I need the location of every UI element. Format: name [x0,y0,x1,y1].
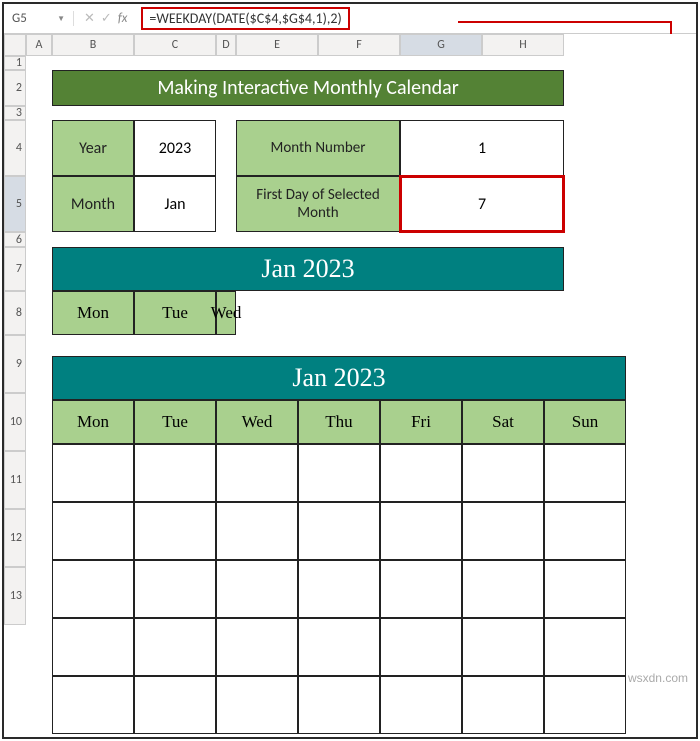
formula-input[interactable]: =WEEKDAY(DATE($C$4,$G$4,1),2) [141,7,349,30]
page-title: Making Interactive Monthly Calendar [52,70,564,106]
calendar-title: Jan 2023 [52,247,564,291]
cal-cell[interactable] [216,618,298,676]
name-box[interactable]: G5 ▼ [4,11,74,26]
col-head-D[interactable]: D [216,34,236,56]
cal-cell[interactable] [380,676,462,734]
row-head-4[interactable]: 4 [4,120,26,176]
cal-cell[interactable] [52,502,134,560]
month-label: Month [52,176,134,232]
cal-cell[interactable] [134,502,216,560]
day-mon: Mon [52,291,134,335]
chevron-down-icon[interactable]: ▼ [57,14,65,24]
month-value[interactable]: Jan [134,176,216,232]
cal-cell[interactable] [52,560,134,618]
cal-cell[interactable] [380,444,462,502]
calendar-block: Jan 2023 Mon Tue Wed Thu Fri Sat Sun [52,356,626,734]
monthnum-value[interactable]: 1 [400,120,564,176]
cal-cell[interactable] [216,444,298,502]
cal-cell[interactable] [544,502,626,560]
cal-cell[interactable] [216,502,298,560]
monthnum-label: Month Number [236,120,400,176]
cal-cell[interactable] [462,560,544,618]
calendar-title-overlay: Jan 2023 [52,356,626,400]
row-head-5[interactable]: 5 [4,176,26,232]
firstday-value[interactable]: 7 [400,176,564,232]
cal-cell[interactable] [380,502,462,560]
row-head-10[interactable]: 10 [4,393,26,451]
cal-cell[interactable] [134,676,216,734]
row-head-9[interactable]: 9 [4,335,26,393]
cal-cell[interactable] [380,560,462,618]
cal-cell[interactable] [216,560,298,618]
cal-cell[interactable] [544,618,626,676]
row-head-3[interactable]: 3 [4,106,26,120]
dayh-wed: Wed [216,400,298,444]
cal-cell[interactable] [298,618,380,676]
col-head-A[interactable]: A [26,34,52,56]
row-head-7[interactable]: 7 [4,247,26,291]
name-box-value: G5 [12,11,27,26]
row-head-1[interactable]: 1 [4,56,26,70]
col-head-B[interactable]: B [52,34,134,56]
cal-cell[interactable] [134,618,216,676]
cal-cell[interactable] [134,444,216,502]
row-head-6[interactable]: 6 [4,232,26,247]
cal-cell[interactable] [462,618,544,676]
year-value[interactable]: 2023 [134,120,216,176]
enter-icon[interactable]: ✓ [101,11,112,26]
cal-cell[interactable] [298,444,380,502]
cal-cell[interactable] [52,676,134,734]
watermark: wsxdn.com [628,671,688,685]
day-tue: Tue [134,291,216,335]
dayh-tue: Tue [134,400,216,444]
cal-cell[interactable] [462,502,544,560]
dayh-mon: Mon [52,400,134,444]
row-head-12[interactable]: 12 [4,509,26,567]
cal-cell[interactable] [544,560,626,618]
cal-cell[interactable] [52,444,134,502]
fx-icon[interactable]: fx [118,11,128,26]
cal-cell[interactable] [298,560,380,618]
cal-cell[interactable] [134,560,216,618]
col-head-H[interactable]: H [482,34,564,56]
year-label: Year [52,120,134,176]
cal-cell[interactable] [298,676,380,734]
day-wed: Wed [216,291,236,335]
formula-buttons: ✕ ✓ fx [74,11,141,26]
col-head-E[interactable]: E [236,34,318,56]
row-head-11[interactable]: 11 [4,451,26,509]
cal-cell[interactable] [216,676,298,734]
col-head-G[interactable]: G [400,34,482,56]
cal-cell[interactable] [544,676,626,734]
cal-cell[interactable] [462,676,544,734]
cal-cell[interactable] [462,444,544,502]
cal-cell[interactable] [544,444,626,502]
cancel-icon[interactable]: ✕ [84,11,95,26]
cal-cell[interactable] [380,618,462,676]
col-head-F[interactable]: F [318,34,400,56]
cal-cell[interactable] [52,618,134,676]
col-head-C[interactable]: C [134,34,216,56]
select-all-corner[interactable] [4,34,26,56]
row-head-8[interactable]: 8 [4,291,26,335]
dayh-thu: Thu [298,400,380,444]
row-head-2[interactable]: 2 [4,70,26,106]
cal-cell[interactable] [298,502,380,560]
dayh-sun: Sun [544,400,626,444]
dayh-sat: Sat [462,400,544,444]
dayh-fri: Fri [380,400,462,444]
row-head-13[interactable]: 13 [4,567,26,625]
firstday-label: First Day of Selected Month [236,176,400,232]
formula-bar: G5 ▼ ✕ ✓ fx =WEEKDAY(DATE($C$4,$G$4,1),2… [4,4,696,34]
